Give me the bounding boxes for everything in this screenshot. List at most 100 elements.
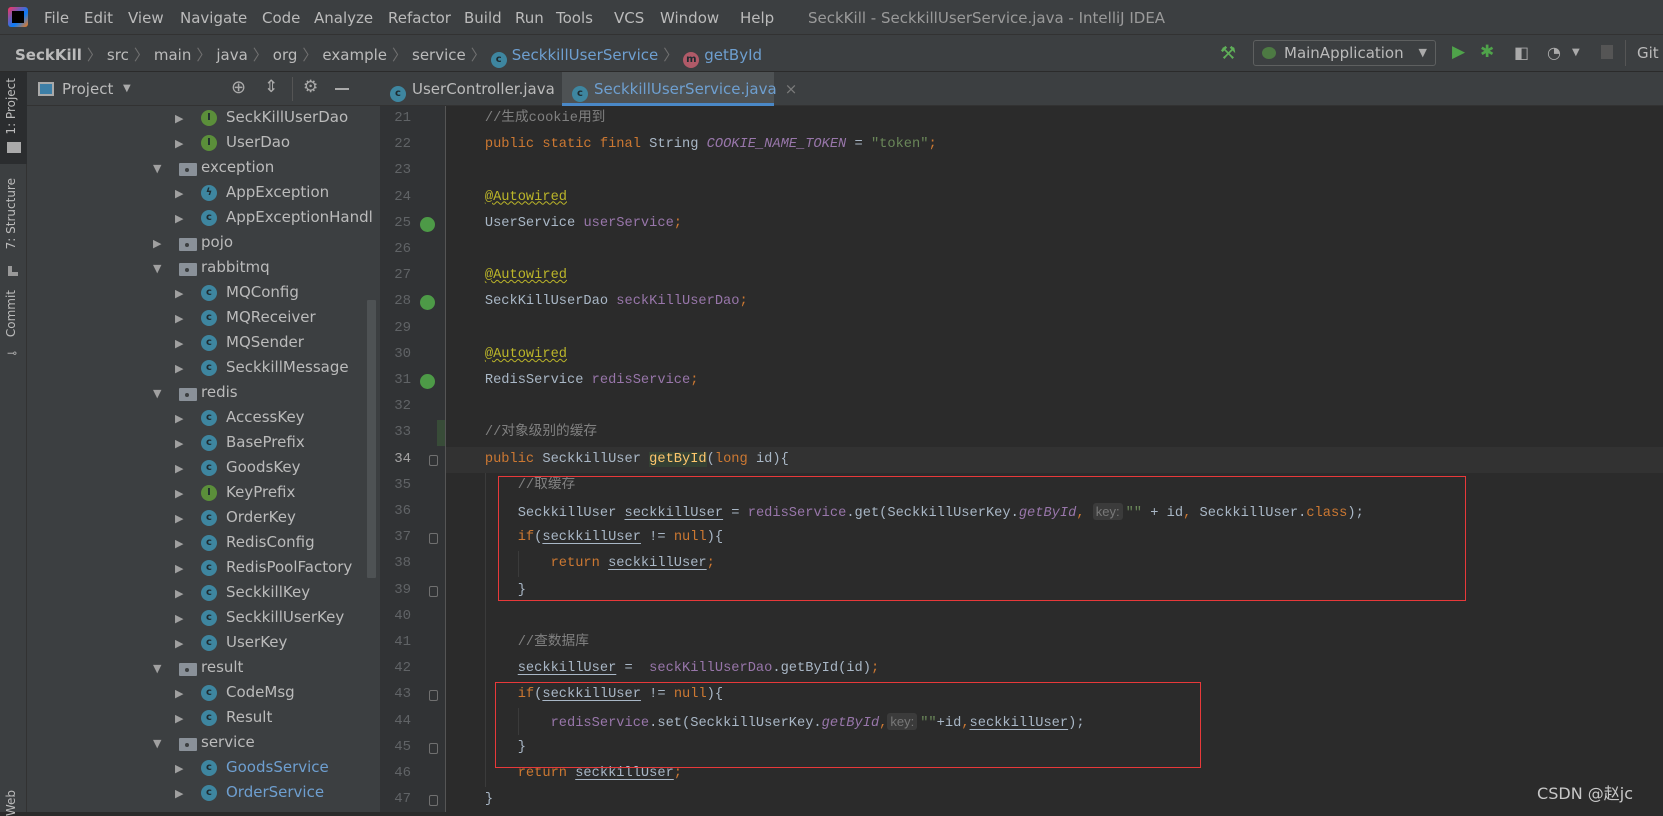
chevron-down-icon[interactable]: ▼ bbox=[153, 387, 161, 400]
menu-vcs[interactable]: VCS bbox=[614, 9, 644, 27]
tree-item[interactable]: ▶ c RedisPoolFactory bbox=[27, 556, 380, 581]
build-hammer-icon[interactable]: ⚒ bbox=[1220, 43, 1236, 64]
breadcrumb-item[interactable]: SeckkillUserService bbox=[512, 46, 659, 64]
code-editor[interactable]: //生成cookie用到 public static final String … bbox=[446, 106, 1663, 812]
breadcrumb-item[interactable]: java bbox=[216, 46, 247, 64]
menu-view[interactable]: View bbox=[128, 9, 164, 27]
fold-marker-icon[interactable] bbox=[429, 690, 438, 702]
chevron-right-icon[interactable]: ▶ bbox=[175, 762, 183, 775]
tree-item[interactable]: ▶ c BasePrefix bbox=[27, 431, 380, 456]
tree-item[interactable]: ▶ c MQSender bbox=[27, 331, 380, 356]
chevron-right-icon[interactable]: ▶ bbox=[175, 512, 183, 525]
breadcrumb-item[interactable]: src bbox=[107, 46, 129, 64]
run-configuration-select[interactable]: MainApplication ▼ bbox=[1253, 40, 1436, 66]
tree-item[interactable]: ▶ c UserKey bbox=[27, 631, 380, 656]
breadcrumb-item[interactable]: SeckKill bbox=[15, 46, 82, 64]
tree-item[interactable]: ▶ c MQConfig bbox=[27, 281, 380, 306]
tool-window-web[interactable]: Web bbox=[4, 790, 18, 816]
tree-item[interactable]: ▼ rabbitmq bbox=[27, 256, 380, 281]
tree-item[interactable]: ▶ c SeckkillMessage bbox=[27, 356, 380, 381]
chevron-right-icon[interactable]: ▶ bbox=[175, 687, 183, 700]
chevron-down-icon[interactable]: ▼ bbox=[153, 737, 161, 750]
tree-item[interactable]: ▼ service bbox=[27, 731, 380, 756]
tree-item[interactable]: ▶ c GoodsService bbox=[27, 756, 380, 781]
breadcrumb-item[interactable]: service bbox=[412, 46, 466, 64]
profiler-icon[interactable]: ◔ bbox=[1547, 43, 1561, 62]
menu-help[interactable]: Help bbox=[740, 9, 774, 27]
chevron-right-icon[interactable]: ▶ bbox=[153, 237, 161, 250]
menu-tools[interactable]: Tools bbox=[556, 9, 593, 27]
menu-window[interactable]: Window bbox=[660, 9, 719, 27]
breadcrumb-item[interactable]: org bbox=[273, 46, 298, 64]
tool-window-project[interactable]: 1: Project bbox=[4, 78, 18, 135]
chevron-right-icon[interactable]: ▶ bbox=[175, 462, 183, 475]
menu-build[interactable]: Build bbox=[464, 9, 502, 27]
chevron-down-icon[interactable]: ▼ bbox=[153, 162, 161, 175]
chevron-down-icon[interactable]: ▼ bbox=[1572, 47, 1580, 58]
tree-item[interactable]: ▶ c GoodsKey bbox=[27, 456, 380, 481]
tree-item[interactable]: ▶ c AccessKey bbox=[27, 406, 380, 431]
menu-code[interactable]: Code bbox=[262, 9, 300, 27]
menu-navigate[interactable]: Navigate bbox=[180, 9, 247, 27]
fold-marker-icon[interactable] bbox=[429, 585, 438, 597]
chevron-right-icon[interactable]: ▶ bbox=[175, 412, 183, 425]
menu-analyze[interactable]: Analyze bbox=[314, 9, 373, 27]
debug-bug-icon[interactable]: ✱ bbox=[1480, 42, 1494, 62]
tree-item[interactable]: ▶ c OrderService bbox=[27, 781, 380, 806]
tree-item[interactable]: ▶ c SeckkillKey bbox=[27, 581, 380, 606]
menu-edit[interactable]: Edit bbox=[84, 9, 113, 27]
tree-item[interactable]: ▶ I KeyPrefix bbox=[27, 481, 380, 506]
tree-item[interactable]: ▼ redis bbox=[27, 381, 380, 406]
menu-refactor[interactable]: Refactor bbox=[388, 9, 451, 27]
tab-usercontroller[interactable]: cUserController.java× bbox=[380, 72, 575, 106]
fold-marker-icon[interactable] bbox=[429, 742, 438, 754]
breadcrumb-item[interactable]: getById bbox=[704, 46, 762, 64]
fold-marker-icon[interactable] bbox=[429, 795, 438, 807]
menu-file[interactable]: File bbox=[44, 9, 69, 27]
chevron-right-icon[interactable]: ▶ bbox=[175, 337, 183, 350]
run-icon[interactable]: ▶ bbox=[1452, 42, 1465, 62]
chevron-right-icon[interactable]: ▶ bbox=[175, 112, 183, 125]
git-menu[interactable]: Git bbox=[1637, 44, 1659, 62]
chevron-right-icon[interactable]: ▶ bbox=[175, 437, 183, 450]
spring-bean-navigate-icon[interactable] bbox=[420, 374, 435, 389]
hide-minus-icon[interactable] bbox=[335, 88, 349, 90]
tree-item[interactable]: ▶ c OrderKey bbox=[27, 506, 380, 531]
chevron-down-icon[interactable]: ▼ bbox=[153, 662, 161, 675]
tool-window-commit[interactable]: Commit bbox=[4, 290, 18, 337]
tree-item[interactable]: ▶ c Result bbox=[27, 706, 380, 731]
vcs-change-marker[interactable] bbox=[437, 420, 445, 447]
locate-crosshair-icon[interactable]: ⊕ bbox=[231, 77, 246, 98]
tree-item[interactable]: ▼ result bbox=[27, 656, 380, 681]
tab-seckkilluserservice[interactable]: c SeckkillUserService.java × bbox=[562, 72, 797, 106]
chevron-right-icon[interactable]: ▶ bbox=[175, 787, 183, 800]
tree-item[interactable]: ▶ c MQReceiver bbox=[27, 306, 380, 331]
tree-item[interactable]: ▶ c RedisConfig bbox=[27, 531, 380, 556]
project-view-select[interactable]: Project bbox=[62, 80, 113, 98]
chevron-right-icon[interactable]: ▶ bbox=[175, 712, 183, 725]
tree-item[interactable]: ▶ I SeckKillUserDao bbox=[27, 106, 380, 131]
project-tree-scrollbar[interactable] bbox=[367, 300, 376, 578]
tool-window-structure[interactable]: 7: Structure bbox=[4, 178, 18, 249]
spring-bean-navigate-icon[interactable] bbox=[420, 216, 435, 232]
menu-run[interactable]: Run bbox=[515, 9, 544, 27]
tree-item[interactable]: ▶ c SeckkillUserKey bbox=[27, 606, 380, 631]
stop-icon[interactable] bbox=[1601, 45, 1613, 59]
chevron-right-icon[interactable]: ▶ bbox=[175, 562, 183, 575]
chevron-right-icon[interactable]: ▶ bbox=[175, 212, 183, 225]
tree-item[interactable]: ▶ c AppExceptionHandl bbox=[27, 206, 380, 231]
fold-marker-icon[interactable] bbox=[429, 454, 438, 466]
breadcrumb-item[interactable]: main bbox=[154, 46, 191, 64]
chevron-right-icon[interactable]: ▶ bbox=[175, 187, 183, 200]
chevron-down-icon[interactable]: ▼ bbox=[123, 83, 131, 94]
fold-marker-icon[interactable] bbox=[429, 533, 438, 545]
tree-item[interactable]: ▶ c CodeMsg bbox=[27, 681, 380, 706]
chevron-down-icon[interactable]: ▼ bbox=[153, 262, 161, 275]
chevron-right-icon[interactable]: ▶ bbox=[175, 312, 183, 325]
tree-item[interactable]: ▼ exception bbox=[27, 156, 380, 181]
gear-icon[interactable]: ⚙ bbox=[303, 77, 318, 97]
tree-item[interactable]: ▶ ϟ AppException bbox=[27, 181, 380, 206]
close-icon[interactable]: × bbox=[785, 80, 798, 98]
chevron-right-icon[interactable]: ▶ bbox=[175, 362, 183, 375]
chevron-right-icon[interactable]: ▶ bbox=[175, 537, 183, 550]
